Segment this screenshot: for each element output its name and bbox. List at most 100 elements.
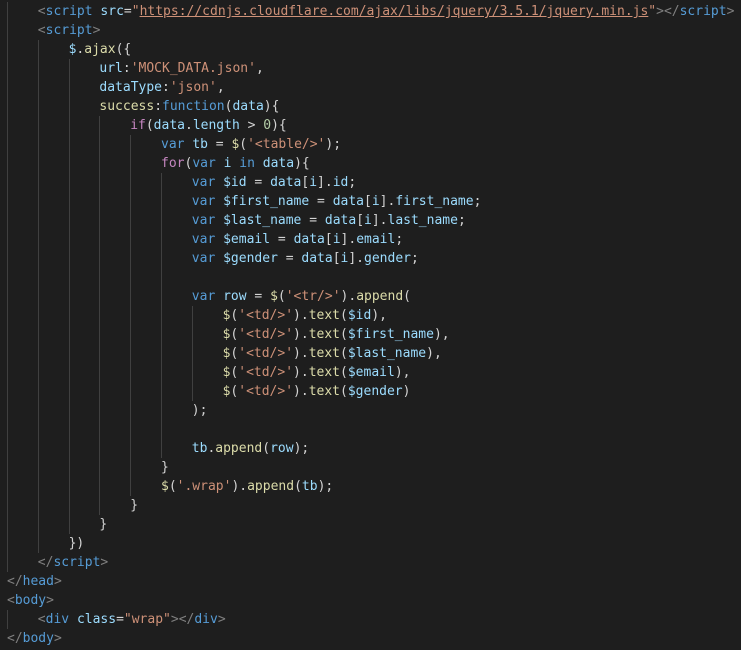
code-token: < bbox=[37, 4, 46, 19]
code-line[interactable]: tb.append(row); bbox=[0, 439, 741, 458]
code-line[interactable]: </body> bbox=[0, 629, 741, 648]
code-line[interactable]: dataType:'json', bbox=[0, 78, 741, 97]
code-token: '<tr/>' bbox=[285, 289, 341, 304]
code-line[interactable]: var $gender = data[i].gender; bbox=[0, 249, 741, 268]
code-token: append bbox=[215, 441, 263, 456]
indent-guides bbox=[0, 439, 192, 458]
code-line[interactable]: </script> bbox=[0, 553, 741, 572]
indent-guide bbox=[37, 420, 39, 439]
indent-guides bbox=[0, 458, 161, 477]
indent-guides bbox=[0, 401, 192, 420]
code-line[interactable]: url:'MOCK_DATA.json', bbox=[0, 59, 741, 78]
code-line[interactable]: var $first_name = data[i].first_name; bbox=[0, 192, 741, 211]
indent-guide bbox=[130, 192, 132, 211]
code-token: https://cdnjs.cloudflare.com/ajax/libs/j… bbox=[139, 4, 649, 19]
code-content: var $id = data[i].id; bbox=[192, 173, 356, 192]
indent-guide bbox=[161, 173, 162, 192]
code-token: $last_name bbox=[223, 213, 302, 228]
indent-guide bbox=[7, 382, 8, 401]
code-token: in bbox=[239, 156, 255, 171]
indent-guide bbox=[7, 344, 8, 363]
code-line[interactable]: for(var i in data){ bbox=[0, 154, 741, 173]
code-line[interactable]: ); bbox=[0, 401, 741, 420]
code-token: > bbox=[53, 631, 62, 646]
code-line[interactable] bbox=[0, 268, 741, 287]
indent-guide bbox=[7, 78, 8, 97]
indent-guide bbox=[37, 344, 39, 363]
indent-guide bbox=[99, 192, 101, 211]
code-line[interactable]: $.ajax({ bbox=[0, 40, 741, 59]
indent-guide bbox=[7, 496, 8, 515]
indent-guide bbox=[37, 401, 39, 420]
code-token: ( bbox=[168, 479, 177, 494]
code-line[interactable]: <script> bbox=[0, 21, 741, 40]
indent-guide bbox=[68, 287, 70, 306]
code-token: [ bbox=[324, 232, 333, 247]
code-line[interactable]: var row = $('<tr/>').append( bbox=[0, 287, 741, 306]
code-line[interactable]: $('<td/>').text($email), bbox=[0, 363, 741, 382]
code-line[interactable]: <body> bbox=[0, 591, 741, 610]
indent-guide bbox=[130, 325, 132, 344]
code-line[interactable]: var tb = $('<table/>'); bbox=[0, 135, 741, 154]
indent-guides bbox=[0, 572, 7, 591]
code-token: > bbox=[100, 555, 109, 570]
code-token: success bbox=[99, 99, 155, 114]
indent-guide bbox=[68, 268, 70, 287]
code-line[interactable]: $('<td/>').text($first_name), bbox=[0, 325, 741, 344]
code-line[interactable]: <script src="https://cdnjs.cloudflare.co… bbox=[0, 2, 741, 21]
code-line[interactable]: if(data.length > 0){ bbox=[0, 116, 741, 135]
indent-guide bbox=[130, 249, 132, 268]
indent-guide bbox=[37, 382, 39, 401]
indent-guide bbox=[37, 325, 39, 344]
indent-guide bbox=[37, 249, 39, 268]
code-token: = bbox=[246, 289, 271, 304]
code-line[interactable]: }) bbox=[0, 534, 741, 553]
indent-guide bbox=[99, 439, 101, 458]
indent-guides bbox=[0, 496, 130, 515]
indent-guide bbox=[99, 230, 101, 249]
indent-guide bbox=[68, 230, 70, 249]
code-line[interactable]: $('.wrap').append(tb); bbox=[0, 477, 741, 496]
indent-guide bbox=[37, 439, 39, 458]
code-token: ){ bbox=[263, 99, 280, 114]
indent-guide bbox=[37, 287, 39, 306]
code-token: script bbox=[679, 4, 727, 19]
code-content: $('<td/>').text($id), bbox=[223, 306, 387, 325]
code-line[interactable]: $('<td/>').text($gender) bbox=[0, 382, 741, 401]
code-token: > bbox=[726, 4, 735, 19]
indent-guides bbox=[0, 135, 161, 154]
code-token: ). bbox=[293, 327, 309, 342]
code-line[interactable]: var $email = data[i].email; bbox=[0, 230, 741, 249]
code-line[interactable]: success:function(data){ bbox=[0, 97, 741, 116]
code-token: " bbox=[648, 4, 657, 19]
indent-guide bbox=[7, 534, 8, 553]
code-line[interactable]: $('<td/>').text($last_name), bbox=[0, 344, 741, 363]
indent-guide bbox=[37, 515, 39, 534]
code-line[interactable]: } bbox=[0, 496, 741, 515]
code-token: ; bbox=[395, 232, 404, 247]
code-token: ></ bbox=[170, 612, 195, 627]
code-token: $first_name bbox=[223, 194, 310, 209]
code-token: ]. bbox=[340, 232, 357, 247]
code-line[interactable]: } bbox=[0, 458, 741, 477]
code-line[interactable]: <div class="wrap"></div> bbox=[0, 610, 741, 629]
code-token: </ bbox=[37, 555, 54, 570]
indent-guide bbox=[37, 268, 39, 287]
code-line[interactable]: var $id = data[i].id; bbox=[0, 173, 741, 192]
indent-guide bbox=[161, 287, 162, 306]
code-line[interactable]: } bbox=[0, 515, 741, 534]
indent-guide bbox=[7, 610, 8, 629]
code-token: '<td/>' bbox=[238, 384, 294, 399]
indent-guides bbox=[0, 515, 99, 534]
code-line[interactable]: $('<td/>').text($id), bbox=[0, 306, 741, 325]
code-token: 0 bbox=[263, 118, 272, 133]
indent-guide bbox=[7, 192, 8, 211]
code-line[interactable]: </head> bbox=[0, 572, 741, 591]
code-line[interactable] bbox=[0, 420, 741, 439]
indent-guide bbox=[130, 135, 132, 154]
code-content: </script> bbox=[38, 553, 108, 572]
code-line[interactable]: var $last_name = data[i].last_name; bbox=[0, 211, 741, 230]
indent-guide bbox=[37, 78, 39, 97]
code-editor[interactable]: <script src="https://cdnjs.cloudflare.co… bbox=[0, 0, 741, 650]
